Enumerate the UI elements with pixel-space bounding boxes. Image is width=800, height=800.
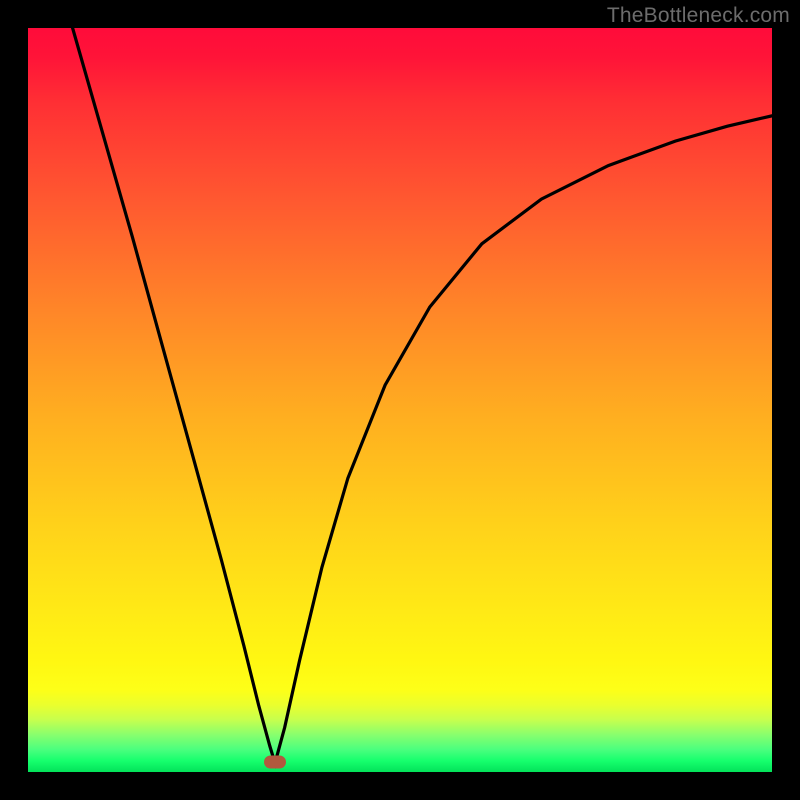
bottleneck-curve [28,28,772,772]
plot-area [28,28,772,772]
optimal-point-marker [264,755,286,768]
watermark-text: TheBottleneck.com [607,4,790,28]
curve-path [73,28,772,763]
chart-frame: TheBottleneck.com [0,0,800,800]
